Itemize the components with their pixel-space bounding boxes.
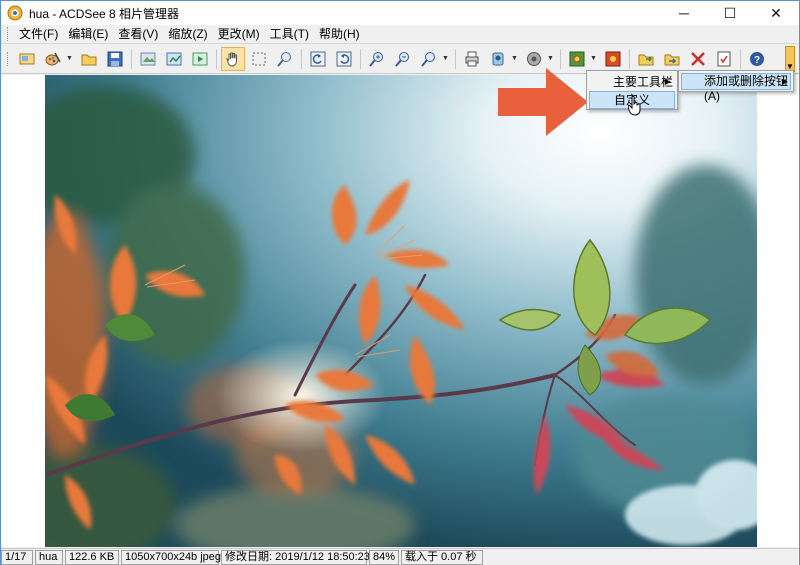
status-filename: hua: [35, 549, 63, 565]
audio-button[interactable]: [522, 47, 546, 71]
properties-icon: [717, 51, 731, 66]
menu-edit[interactable]: 编辑(E): [63, 25, 113, 43]
menu-help[interactable]: 帮助(H): [314, 25, 365, 43]
rotate-right-button[interactable]: [332, 47, 356, 71]
toolbar-separator: [360, 48, 361, 69]
zoom-in-button[interactable]: [365, 47, 389, 71]
edit-button[interactable]: [41, 47, 65, 71]
acdsee-app-icon: [7, 5, 23, 21]
hand-tool-button[interactable]: [221, 46, 245, 71]
copy-to-folder-icon: [638, 54, 654, 65]
move-to-folder-button[interactable]: [660, 47, 684, 71]
status-load-time: 载入于 0.07 秒: [401, 549, 483, 565]
svg-text:?: ?: [754, 55, 760, 66]
toolbar-submenu: 添加或删除按钮(A) ▶: [678, 70, 794, 103]
print-button[interactable]: [460, 47, 484, 71]
zoom-tool-button[interactable]: [273, 47, 297, 71]
copy-to-folder-button[interactable]: [634, 47, 658, 71]
toolbar-grip[interactable]: [7, 51, 10, 66]
edit-dropdown-arrow[interactable]: ▼: [66, 55, 74, 62]
status-filesize: 122.6 KB: [65, 549, 119, 565]
displayed-photo: [45, 75, 757, 547]
toolbar-options-button[interactable]: ▼: [785, 46, 795, 72]
close-button[interactable]: ✕: [753, 1, 799, 25]
toolbar-separator: [560, 48, 561, 69]
menu-tools[interactable]: 工具(T): [265, 25, 314, 43]
status-index: 1/17: [1, 549, 33, 565]
maximize-button[interactable]: ☐: [707, 1, 753, 25]
set-wallpaper-tile-icon: [605, 51, 621, 66]
delete-button[interactable]: [686, 47, 710, 71]
toolbar-separator: [629, 48, 630, 69]
submenu-arrow-icon: ▶: [781, 77, 788, 86]
audio-icon: [527, 51, 541, 66]
prev-image-icon: [140, 52, 156, 65]
print-icon: [465, 51, 479, 66]
zoom-dropdown-arrow[interactable]: ▼: [442, 55, 450, 62]
status-bar: 1/17 hua 122.6 KB 1050x700x24b jpeg 修改日期…: [1, 548, 799, 565]
toolbar-separator: [301, 48, 302, 69]
toolbar-separator: [131, 48, 132, 69]
status-image-info: 1050x700x24b jpeg: [121, 549, 221, 565]
help-icon: ?: [750, 51, 764, 66]
acquire-icon: [492, 52, 504, 65]
zoom-in-icon: [369, 51, 383, 67]
menu-file[interactable]: 文件(F): [14, 25, 63, 43]
save-icon: [107, 51, 123, 66]
mouse-cursor-icon: [628, 96, 641, 116]
open-folder-icon: [81, 54, 97, 65]
open-folder-button[interactable]: [77, 47, 101, 71]
zoom-out-icon: [395, 51, 409, 67]
flower-photo-image: [45, 75, 757, 547]
rotate-left-button[interactable]: [306, 47, 330, 71]
wallpaper-dropdown-arrow[interactable]: ▼: [590, 55, 598, 62]
save-button[interactable]: [103, 47, 127, 71]
image-viewer[interactable]: [1, 75, 799, 547]
toolbar-separator: [740, 48, 741, 69]
submenu-arrow-icon: ▶: [664, 77, 671, 86]
set-wallpaper-center-icon: [569, 51, 585, 66]
rotate-left-icon: [310, 51, 326, 66]
edit-icon: [45, 52, 61, 65]
submenu-item-add-remove-buttons[interactable]: 添加或删除按钮(A) ▶: [681, 73, 791, 103]
menu-zoom[interactable]: 缩放(Z): [163, 25, 212, 43]
full-screen-icon: [166, 52, 182, 65]
full-screen-button[interactable]: [162, 47, 186, 71]
zoom-menu-icon: [421, 51, 435, 67]
help-button[interactable]: ?: [745, 47, 769, 71]
toolbar-separator: [455, 48, 456, 69]
move-to-folder-icon: [664, 54, 680, 65]
context-item-main-toolbar[interactable]: 主要工具栏 ▶: [589, 73, 675, 91]
minimize-button[interactable]: ─: [661, 1, 707, 25]
audio-dropdown-arrow[interactable]: ▼: [547, 55, 555, 62]
zoom-out-button[interactable]: [391, 47, 415, 71]
menu-bar: 文件(F) 编辑(E) 查看(V) 缩放(Z) 更改(M) 工具(T) 帮助(H…: [1, 25, 799, 44]
menu-view[interactable]: 查看(V): [113, 25, 163, 43]
status-modified-date: 修改日期: 2019/1/12 18:50:23: [221, 549, 370, 565]
acquire-dropdown-arrow[interactable]: ▼: [511, 55, 519, 62]
select-tool-button[interactable]: [247, 47, 271, 71]
wallpaper-center-button[interactable]: [565, 47, 589, 71]
select-tool-icon: [252, 52, 266, 65]
prev-image-button[interactable]: [136, 47, 160, 71]
acquire-button[interactable]: [486, 47, 510, 71]
properties-button[interactable]: [712, 47, 736, 71]
rotate-right-icon: [336, 51, 352, 66]
next-image-button[interactable]: [188, 47, 212, 71]
browse-icon: [19, 53, 35, 64]
status-zoom: 84%: [369, 549, 399, 565]
menu-grip[interactable]: [7, 27, 10, 41]
window-title: hua - ACDSee 8 相片管理器: [29, 6, 180, 21]
hand-tool-icon: [226, 52, 237, 67]
zoom-menu-button[interactable]: [417, 47, 441, 71]
next-image-icon: [192, 52, 208, 65]
title-bar[interactable]: hua - ACDSee 8 相片管理器 ─ ☐ ✕: [1, 1, 799, 25]
browse-button[interactable]: [15, 47, 39, 71]
zoom-tool-icon: [277, 51, 291, 67]
menu-modify[interactable]: 更改(M): [213, 25, 265, 43]
delete-icon: [691, 51, 705, 66]
toolbar-separator: [216, 48, 217, 69]
annotation-arrow-icon: [498, 68, 588, 136]
wallpaper-tile-button[interactable]: [601, 47, 625, 71]
